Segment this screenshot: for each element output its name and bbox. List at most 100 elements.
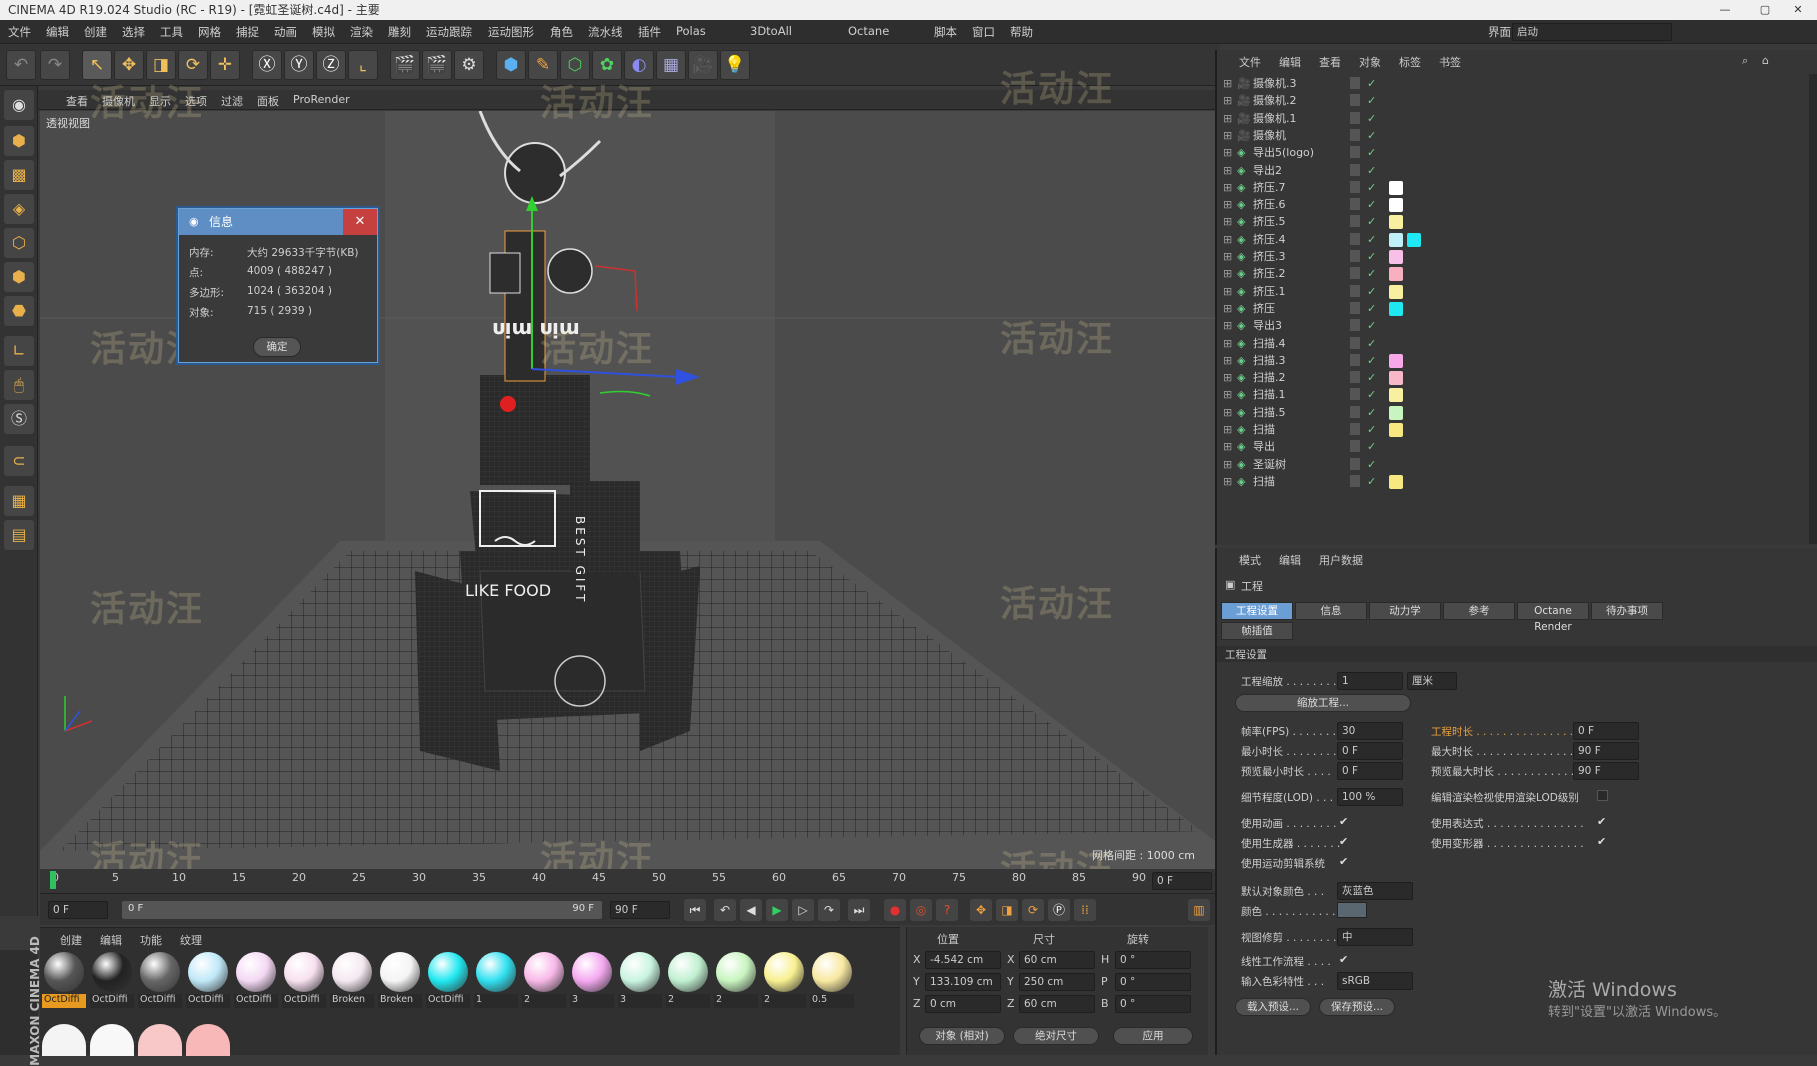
layout-select[interactable]: 启动	[1512, 23, 1672, 41]
attribute-tab[interactable]: 信息	[1295, 602, 1367, 620]
material-item[interactable]: 0.5	[810, 952, 854, 1010]
render-lod-checkbox[interactable]	[1597, 790, 1608, 801]
polygons-mode-icon[interactable]: ⬣	[4, 296, 34, 326]
visibility-toggle[interactable]	[1350, 336, 1360, 349]
size-mode-select[interactable]: 绝对尺寸	[1013, 1027, 1099, 1045]
fps-field[interactable]: 30	[1337, 722, 1403, 740]
material-item[interactable]: OctDiffi	[186, 952, 230, 1010]
material-tag[interactable]	[1389, 301, 1403, 316]
lod-field[interactable]: 100 %	[1337, 788, 1403, 806]
view-clipping-select[interactable]: 中	[1337, 928, 1413, 946]
snap-icon[interactable]: ⊂	[4, 446, 34, 476]
keyframe-selection-icon[interactable]: ?	[936, 899, 958, 921]
material-item[interactable]: Broken	[378, 952, 422, 1010]
material-tag[interactable]	[1407, 232, 1421, 247]
visibility-toggle[interactable]	[1350, 388, 1360, 401]
project-scale-field[interactable]: 1	[1337, 672, 1403, 690]
material-item[interactable]: 2	[762, 952, 806, 1010]
model-mode-icon[interactable]: ⬢	[4, 126, 34, 156]
project-duration-field[interactable]: 0 F	[1573, 722, 1639, 740]
info-dialog-close-button[interactable]: ✕	[343, 209, 377, 235]
home-icon[interactable]: ⌂	[1762, 54, 1769, 67]
material-item[interactable]: 2	[666, 952, 710, 1010]
menu-item[interactable]: 创建	[84, 24, 107, 40]
apply-button[interactable]: 应用	[1113, 1027, 1193, 1045]
menu-item[interactable]: 3DtoAll	[750, 24, 792, 38]
material-tag[interactable]	[1389, 232, 1403, 247]
scale-project-button[interactable]: 缩放工程...	[1235, 694, 1411, 712]
object-menu-item[interactable]: 标签	[1399, 54, 1421, 70]
key-scale-icon[interactable]: ◨	[996, 899, 1018, 921]
visibility-toggle[interactable]	[1350, 423, 1360, 435]
axis-mode-icon[interactable]: ∟	[4, 336, 34, 366]
project-scale-unit[interactable]: 厘米	[1407, 672, 1457, 690]
material-item[interactable]: OctDiffi	[90, 952, 134, 1010]
texture-mode-icon[interactable]: ▩	[4, 160, 34, 190]
attribute-tab[interactable]: 工程设置	[1221, 602, 1293, 620]
prev-frame-icon[interactable]: ◀	[740, 899, 762, 921]
material-tag[interactable]	[1389, 284, 1403, 299]
preview-max-field[interactable]: 90 F	[1573, 762, 1639, 780]
visibility-toggle[interactable]	[1350, 474, 1360, 487]
visibility-toggle[interactable]	[1350, 94, 1360, 107]
object-menu-item[interactable]: 文件	[1239, 54, 1261, 70]
playhead[interactable]	[50, 871, 56, 889]
viewport-menu-item[interactable]: 过滤	[221, 93, 243, 109]
visibility-toggle[interactable]	[1350, 319, 1360, 332]
visibility-toggle[interactable]	[1350, 353, 1360, 366]
key-pla-icon[interactable]: ⁞⁞	[1074, 899, 1096, 921]
goto-start-icon[interactable]: ⏮	[684, 899, 706, 921]
visibility-toggle[interactable]	[1350, 111, 1360, 124]
use-generator-checkbox[interactable]: ✔	[1339, 836, 1351, 848]
minimize-button[interactable]: —	[1705, 0, 1745, 20]
range-slider[interactable]: 0 F 90 F	[122, 901, 602, 919]
menu-item[interactable]: Octane	[848, 24, 889, 38]
visibility-toggle[interactable]	[1350, 457, 1360, 470]
material-tag[interactable]	[1389, 267, 1403, 282]
light-icon[interactable]: 💡	[720, 50, 750, 80]
menu-item[interactable]: 雕刻	[388, 24, 411, 40]
position-field[interactable]: 133.109 cm	[925, 973, 1001, 991]
object-scrollbar[interactable]	[1809, 74, 1817, 544]
material-item[interactable]: OctDiffi	[138, 952, 182, 1010]
render-picture-viewer-icon[interactable]: 🎬	[422, 50, 452, 80]
material-tag[interactable]	[1389, 405, 1403, 420]
attribute-menu-item[interactable]: 编辑	[1279, 552, 1301, 568]
visibility-toggle[interactable]	[1350, 146, 1360, 159]
size-field[interactable]: 60 cm	[1019, 951, 1095, 969]
material-thumb[interactable]	[42, 1024, 86, 1056]
material-item[interactable]: OctDiffi	[426, 952, 470, 1010]
size-field[interactable]: 60 cm	[1019, 995, 1095, 1013]
rotation-field[interactable]: 0 °	[1115, 995, 1191, 1013]
visibility-toggle[interactable]	[1350, 284, 1360, 297]
material-item[interactable]: 2	[522, 952, 566, 1010]
enable-check-icon[interactable]: ✓	[1367, 472, 1376, 492]
key-parameter-icon[interactable]: Ⓟ	[1048, 899, 1070, 921]
live-select-icon[interactable]: ✛	[210, 50, 240, 80]
coord-mode-select[interactable]: 对象 (相对)	[919, 1027, 1005, 1045]
visibility-toggle[interactable]	[1350, 440, 1360, 453]
grid-snap-icon[interactable]: ▤	[4, 520, 34, 550]
visibility-toggle[interactable]	[1350, 267, 1360, 280]
visibility-toggle[interactable]	[1350, 301, 1360, 314]
viewport-menu-item[interactable]: 查看	[66, 93, 88, 109]
menu-item[interactable]: 帮助	[1010, 24, 1033, 40]
menu-item[interactable]: 网格	[198, 24, 221, 40]
visibility-toggle[interactable]	[1350, 250, 1360, 262]
visibility-toggle[interactable]	[1350, 405, 1360, 418]
save-preset-button[interactable]: 保存预设...	[1319, 998, 1395, 1016]
material-tag[interactable]	[1389, 423, 1403, 437]
menu-item[interactable]: 脚本	[934, 24, 957, 40]
menu-item[interactable]: 角色	[550, 24, 573, 40]
expand-icon[interactable]: ⊞	[1223, 472, 1232, 492]
linear-workflow-checkbox[interactable]: ✔	[1339, 954, 1351, 966]
menu-item[interactable]: 工具	[160, 24, 183, 40]
menu-item[interactable]: 选择	[122, 24, 145, 40]
visibility-toggle[interactable]	[1350, 371, 1360, 384]
material-item[interactable]: OctDiffi	[282, 952, 326, 1010]
current-frame-field[interactable]: 0 F	[48, 901, 108, 919]
visibility-toggle[interactable]	[1350, 180, 1360, 193]
next-frame-icon[interactable]: ▷	[792, 899, 814, 921]
material-tag[interactable]	[1389, 198, 1403, 213]
material-menu-item[interactable]: 编辑	[100, 932, 122, 948]
